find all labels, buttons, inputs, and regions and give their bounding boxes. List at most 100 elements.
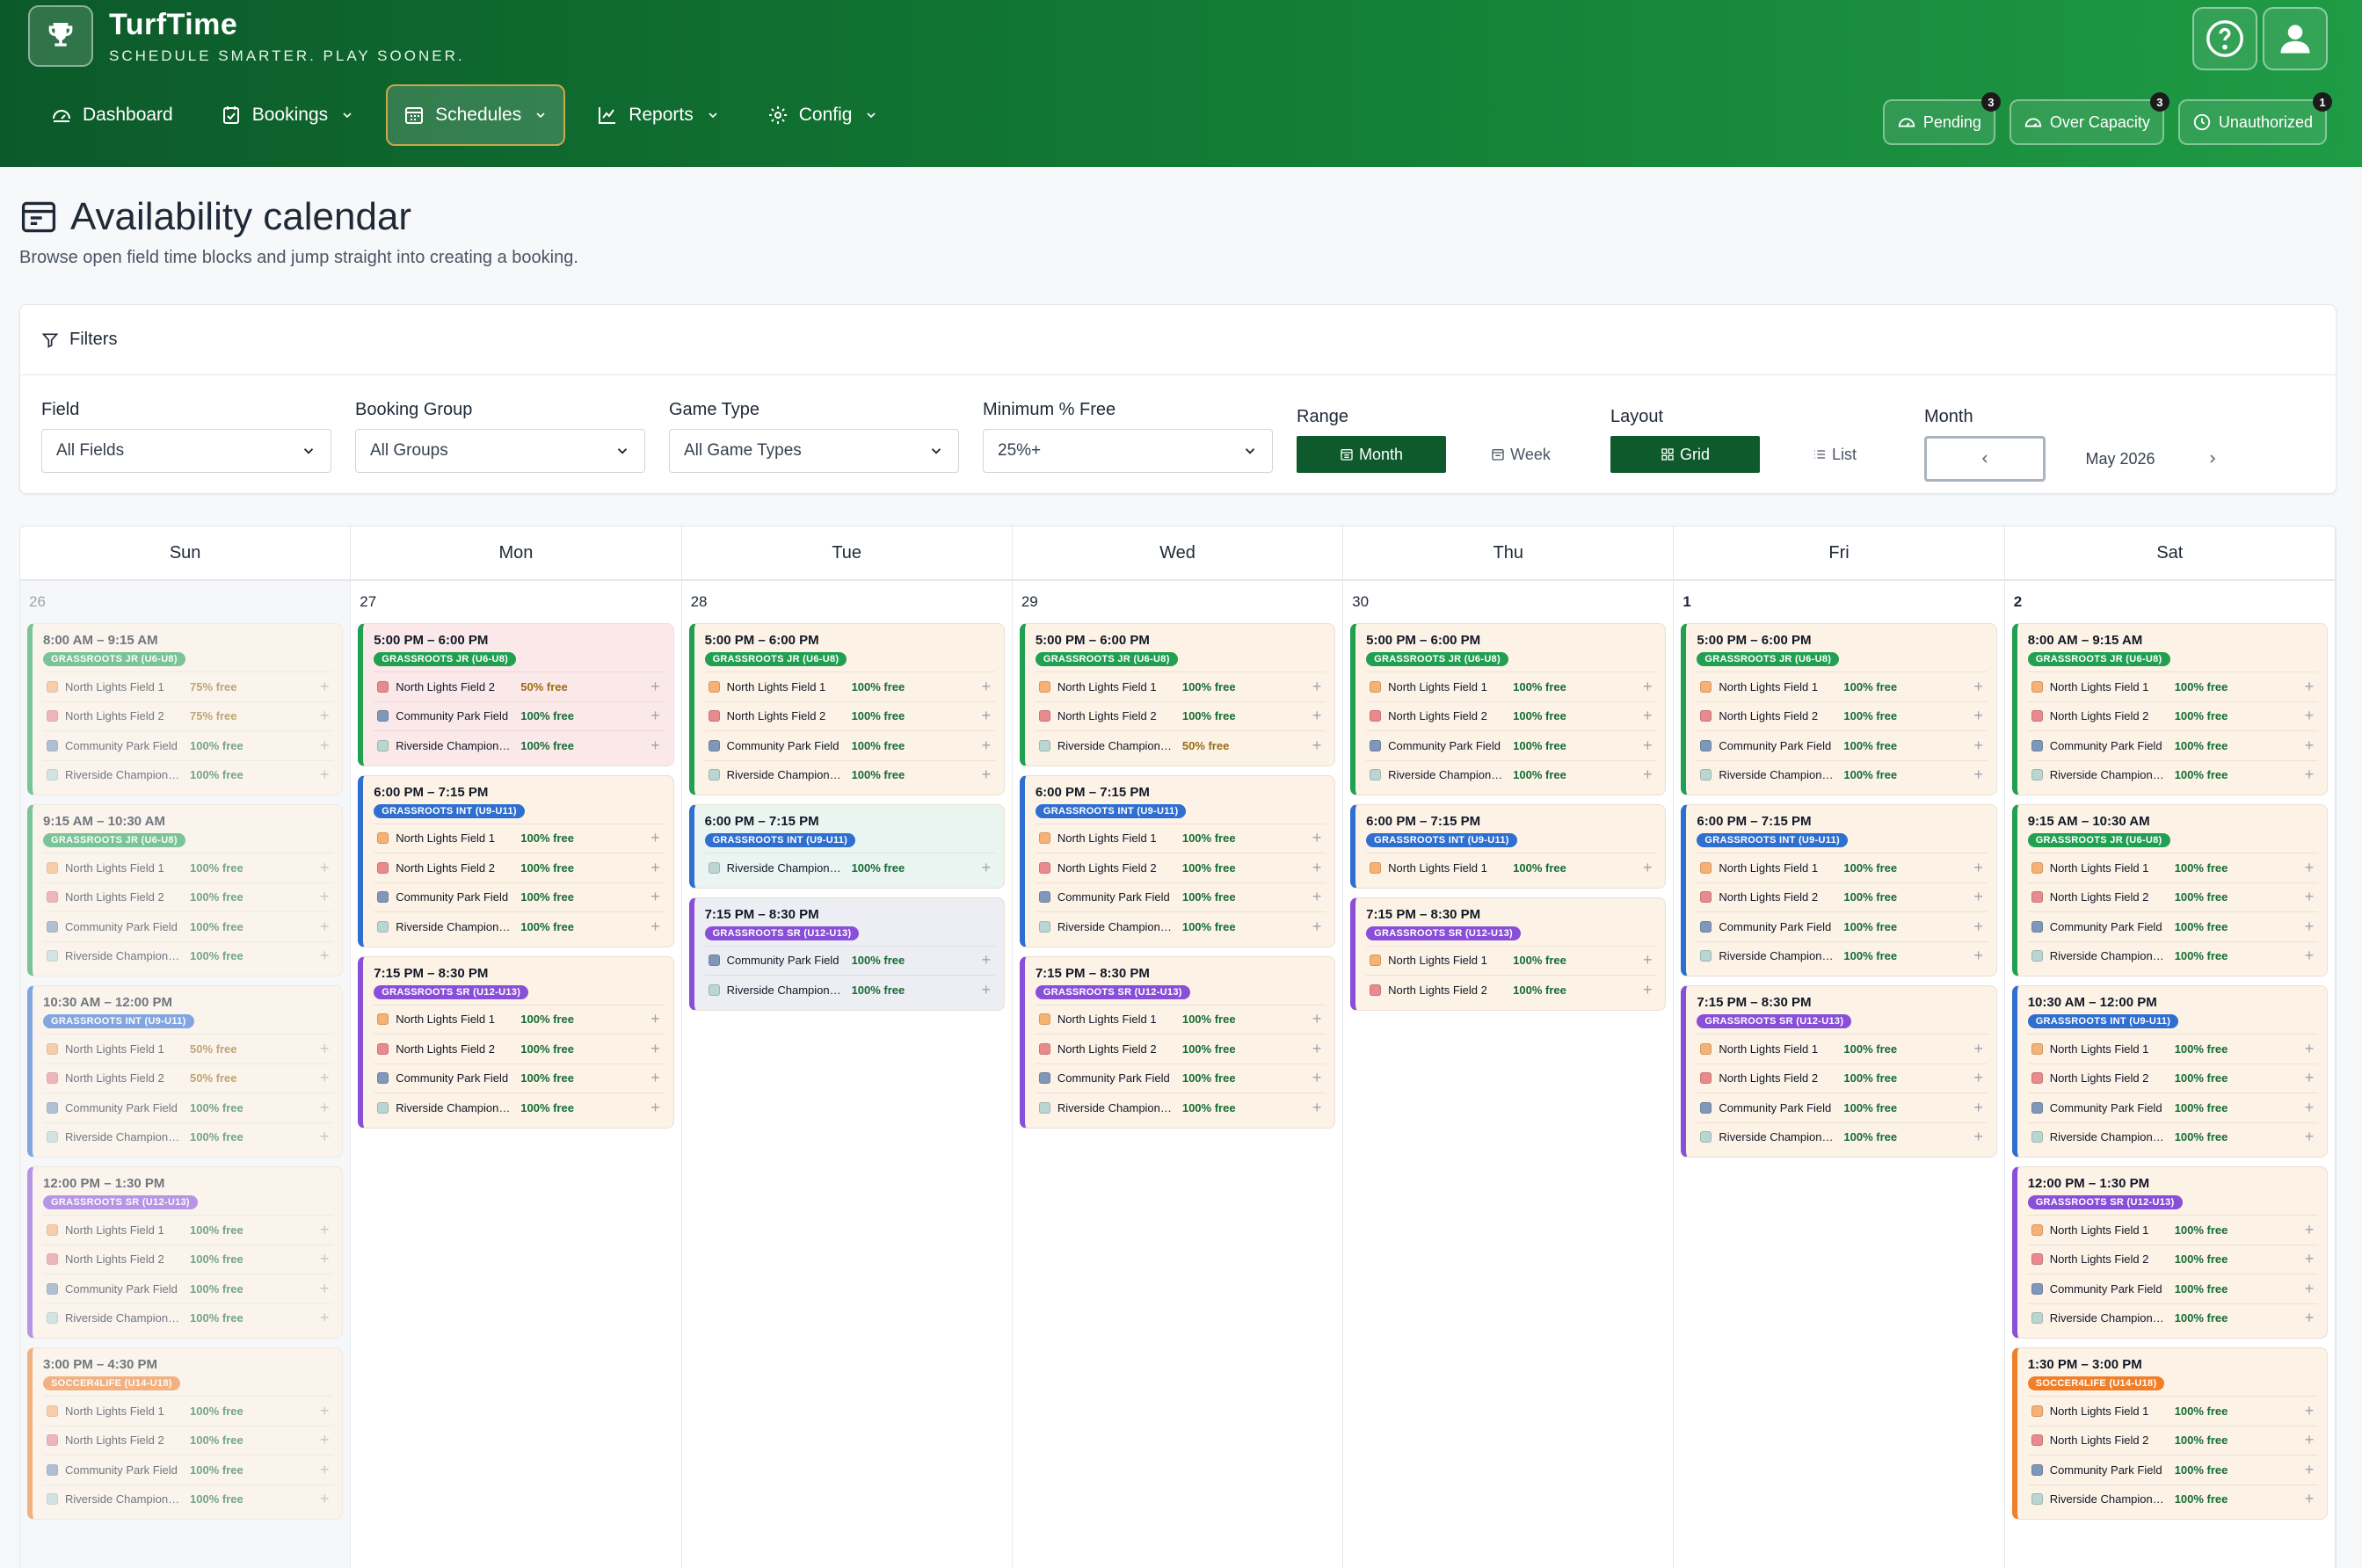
- add-booking-icon[interactable]: +: [647, 1040, 665, 1058]
- add-booking-icon[interactable]: +: [1970, 1128, 1988, 1146]
- add-booking-icon[interactable]: +: [2300, 1099, 2318, 1117]
- field-availability-row[interactable]: North Lights Field 1 75% free +: [43, 671, 334, 701]
- field-availability-row[interactable]: North Lights Field 1 50% free +: [43, 1034, 334, 1063]
- add-booking-icon[interactable]: +: [2300, 737, 2318, 755]
- field-availability-row[interactable]: North Lights Field 1 100% free +: [2027, 1215, 2318, 1245]
- add-booking-icon[interactable]: +: [2300, 1069, 2318, 1087]
- over-capacity-alert-button[interactable]: Over Capacity 3: [2009, 92, 2169, 145]
- add-booking-icon[interactable]: +: [1308, 888, 1326, 906]
- field-availability-row[interactable]: North Lights Field 1 100% free +: [2027, 1034, 2318, 1063]
- add-booking-icon[interactable]: +: [1970, 737, 1988, 755]
- field-availability-row[interactable]: Riverside Champions... 100% free +: [43, 940, 334, 971]
- field-availability-row[interactable]: North Lights Field 1 100% free +: [704, 671, 995, 701]
- field-availability-row[interactable]: Community Park Field 100% free +: [1035, 1063, 1326, 1093]
- add-booking-icon[interactable]: +: [1308, 829, 1326, 847]
- add-booking-icon[interactable]: +: [1639, 707, 1656, 725]
- field-availability-row[interactable]: North Lights Field 2 100% free +: [1035, 701, 1326, 731]
- field-availability-row[interactable]: North Lights Field 2 100% free +: [1366, 701, 1657, 731]
- add-booking-icon[interactable]: +: [1639, 766, 1656, 784]
- time-slot-card[interactable]: 5:00 PM – 6:00 PM GRASSROOTS JR (U6-U8) No…: [688, 623, 1005, 795]
- add-booking-icon[interactable]: +: [1970, 766, 1988, 784]
- field-availability-row[interactable]: North Lights Field 2 100% free +: [1035, 853, 1326, 882]
- field-availability-row[interactable]: North Lights Field 1 100% free +: [43, 1396, 334, 1426]
- field-availability-row[interactable]: North Lights Field 2 100% free +: [43, 882, 334, 912]
- add-booking-icon[interactable]: +: [2300, 1128, 2318, 1146]
- add-booking-icon[interactable]: +: [1308, 707, 1326, 725]
- add-booking-icon[interactable]: +: [2300, 766, 2318, 784]
- field-availability-row[interactable]: Riverside Champions... 100% free +: [2027, 1484, 2318, 1514]
- field-availability-row[interactable]: Community Park Field 100% free +: [704, 730, 995, 760]
- field-availability-row[interactable]: North Lights Field 1 100% free +: [374, 823, 665, 853]
- field-availability-row[interactable]: North Lights Field 2 100% free +: [1366, 975, 1657, 1005]
- time-slot-card[interactable]: 5:00 PM – 6:00 PM GRASSROOTS JR (U6-U8) No…: [1681, 623, 1997, 795]
- add-booking-icon[interactable]: +: [316, 888, 333, 906]
- field-availability-row[interactable]: North Lights Field 2 100% free +: [2027, 1063, 2318, 1093]
- nav-dashboard[interactable]: Dashboard: [35, 84, 189, 146]
- add-booking-icon[interactable]: +: [1308, 737, 1326, 755]
- field-availability-row[interactable]: North Lights Field 1 100% free +: [1035, 1004, 1326, 1034]
- add-booking-icon[interactable]: +: [647, 1010, 665, 1028]
- unauthorized-alert-button[interactable]: Unauthorized 1: [2177, 92, 2332, 145]
- field-availability-row[interactable]: North Lights Field 2 100% free +: [2027, 1425, 2318, 1455]
- add-booking-icon[interactable]: +: [647, 1069, 665, 1087]
- add-booking-icon[interactable]: +: [2300, 1431, 2318, 1449]
- previous-month-button[interactable]: [1924, 436, 2046, 482]
- add-booking-icon[interactable]: +: [2300, 1250, 2318, 1268]
- min-free-select[interactable]: 25%+: [983, 429, 1273, 473]
- time-slot-card[interactable]: 7:15 PM – 8:30 PM GRASSROOTS SR (U12-U13)…: [1019, 955, 1336, 1129]
- field-availability-row[interactable]: North Lights Field 1 100% free +: [1697, 853, 1988, 882]
- add-booking-icon[interactable]: +: [1308, 1010, 1326, 1028]
- nav-bookings[interactable]: Bookings: [205, 84, 370, 146]
- field-availability-row[interactable]: Community Park Field 100% free +: [374, 882, 665, 912]
- time-slot-card[interactable]: 10:30 AM – 12:00 PM GRASSROOTS INT (U9-U1…: [27, 985, 344, 1158]
- pending-alert-button[interactable]: Pending 3: [1882, 92, 2001, 145]
- field-availability-row[interactable]: Community Park Field 100% free +: [2027, 911, 2318, 941]
- time-slot-card[interactable]: 12:00 PM – 1:30 PM GRASSROOTS SR (U12-U13…: [27, 1166, 344, 1339]
- add-booking-icon[interactable]: +: [1308, 859, 1326, 877]
- field-availability-row[interactable]: Riverside Champions... 100% free +: [2027, 759, 2318, 790]
- time-slot-card[interactable]: 7:15 PM – 8:30 PM GRASSROOTS SR (U12-U13)…: [688, 897, 1005, 1011]
- field-availability-row[interactable]: North Lights Field 1 100% free +: [43, 853, 334, 882]
- field-availability-row[interactable]: North Lights Field 1 100% free +: [1697, 671, 1988, 701]
- field-availability-row[interactable]: North Lights Field 2 100% free +: [1035, 1034, 1326, 1063]
- time-slot-card[interactable]: 9:15 AM – 10:30 AM GRASSROOTS JR (U6-U8) N…: [2011, 804, 2328, 976]
- add-booking-icon[interactable]: +: [1970, 678, 1988, 696]
- layout-grid-button[interactable]: Grid: [1610, 436, 1760, 473]
- time-slot-card[interactable]: 9:15 AM – 10:30 AM GRASSROOTS JR (U6-U8) N…: [27, 804, 344, 976]
- add-booking-icon[interactable]: +: [2300, 678, 2318, 696]
- field-availability-row[interactable]: Riverside Champions... 100% free +: [2027, 1303, 2318, 1333]
- add-booking-icon[interactable]: +: [316, 1040, 333, 1058]
- add-booking-icon[interactable]: +: [316, 1402, 333, 1420]
- field-availability-row[interactable]: Community Park Field 100% free +: [2027, 1455, 2318, 1485]
- layout-list-button[interactable]: List: [1760, 436, 1909, 473]
- field-availability-row[interactable]: North Lights Field 2 100% free +: [2027, 1244, 2318, 1274]
- field-availability-row[interactable]: North Lights Field 2 100% free +: [1697, 1063, 1988, 1093]
- time-slot-card[interactable]: 5:00 PM – 6:00 PM GRASSROOTS JR (U6-U8) No…: [1350, 623, 1667, 795]
- add-booking-icon[interactable]: +: [1308, 918, 1326, 936]
- brand[interactable]: TurfTime SCHEDULE SMARTER. PLAY SOONER.: [28, 5, 465, 67]
- add-booking-icon[interactable]: +: [1970, 1099, 1988, 1117]
- add-booking-icon[interactable]: +: [2300, 1309, 2318, 1327]
- add-booking-icon[interactable]: +: [316, 1461, 333, 1479]
- field-availability-row[interactable]: North Lights Field 1 100% free +: [2027, 853, 2318, 882]
- add-booking-icon[interactable]: +: [647, 678, 665, 696]
- user-menu-button[interactable]: [2263, 7, 2328, 70]
- add-booking-icon[interactable]: +: [2300, 1490, 2318, 1508]
- add-booking-icon[interactable]: +: [316, 1069, 333, 1087]
- game-type-select[interactable]: All Game Types: [669, 429, 959, 473]
- field-availability-row[interactable]: North Lights Field 2 100% free +: [374, 853, 665, 882]
- time-slot-card[interactable]: 12:00 PM – 1:30 PM GRASSROOTS SR (U12-U13…: [2011, 1166, 2328, 1339]
- time-slot-card[interactable]: 7:15 PM – 8:30 PM GRASSROOTS SR (U12-U13)…: [358, 955, 674, 1129]
- add-booking-icon[interactable]: +: [316, 1490, 333, 1508]
- field-availability-row[interactable]: Riverside Champions... 100% free +: [1697, 759, 1988, 790]
- add-booking-icon[interactable]: +: [1639, 981, 1656, 999]
- field-availability-row[interactable]: Riverside Champions... 100% free +: [43, 759, 334, 790]
- field-availability-row[interactable]: Community Park Field 100% free +: [2027, 730, 2318, 760]
- add-booking-icon[interactable]: +: [316, 1431, 333, 1449]
- field-availability-row[interactable]: Riverside Champions... 100% free +: [43, 1122, 334, 1152]
- add-booking-icon[interactable]: +: [978, 859, 995, 877]
- add-booking-icon[interactable]: +: [316, 1250, 333, 1268]
- add-booking-icon[interactable]: +: [2300, 1280, 2318, 1298]
- add-booking-icon[interactable]: +: [1308, 1040, 1326, 1058]
- field-availability-row[interactable]: North Lights Field 1 100% free +: [1366, 945, 1657, 976]
